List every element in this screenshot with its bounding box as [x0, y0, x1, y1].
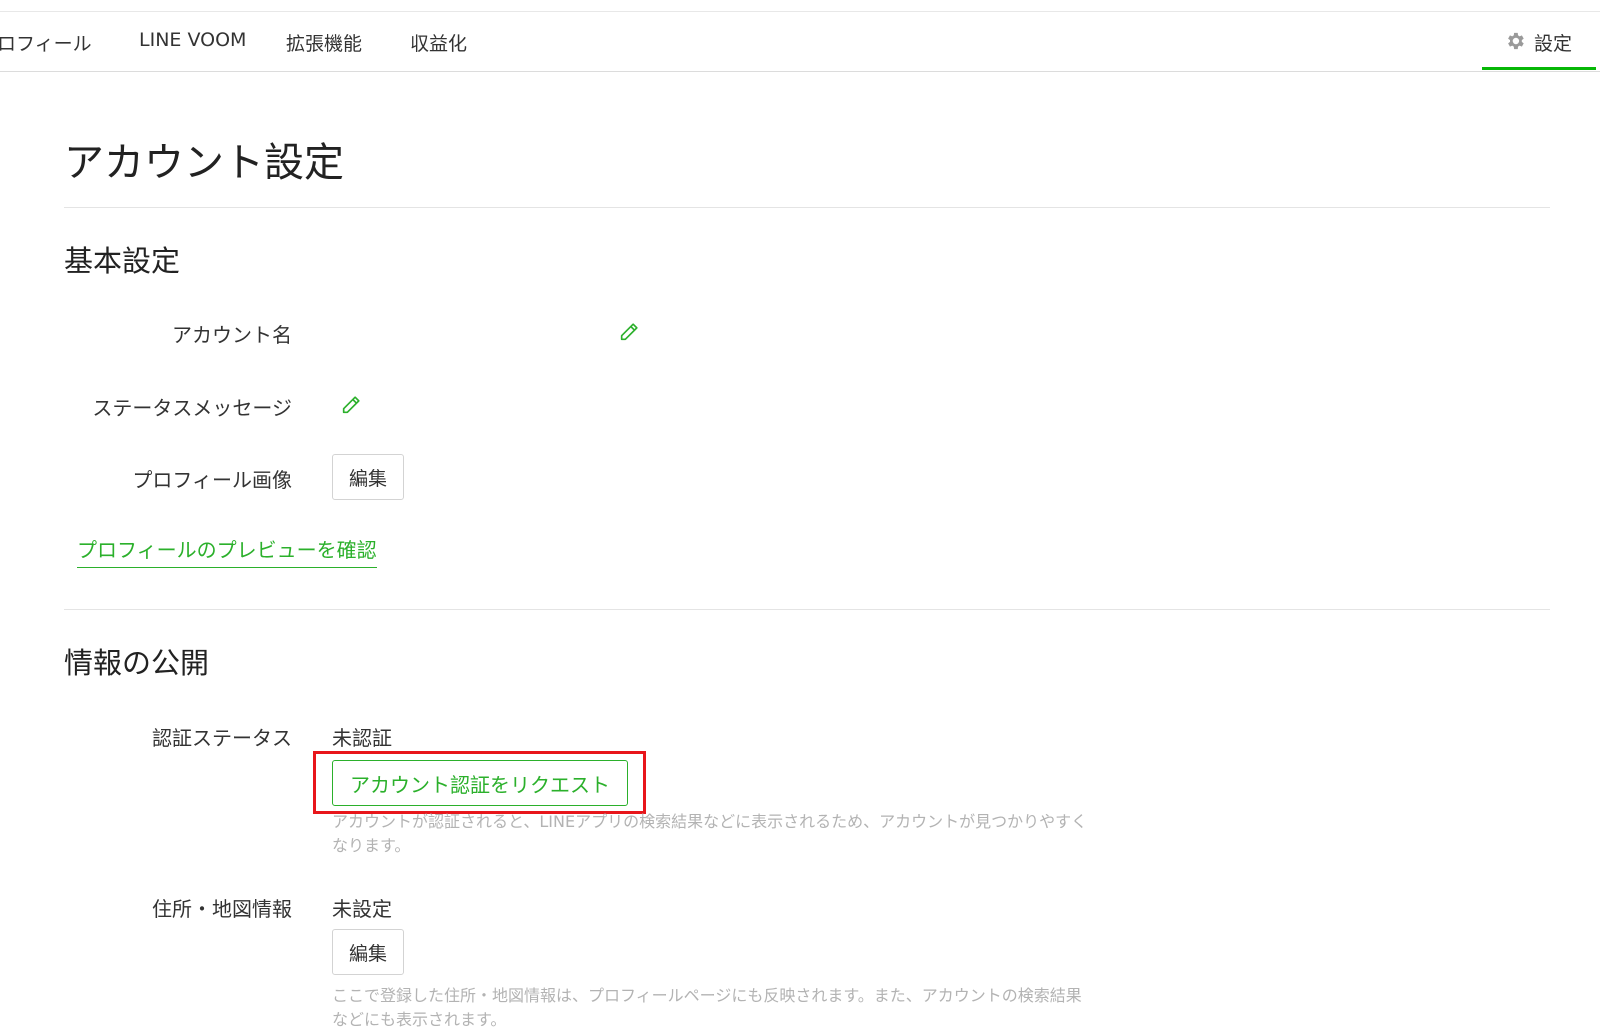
- status-message-label: ステータスメッセージ: [92, 396, 292, 420]
- address-help-text: ここで登録した住所・地図情報は、プロフィールページにも反映されます。また、アカウ…: [332, 986, 1082, 1029]
- section-divider: [64, 609, 1550, 610]
- nav-tab-extensions[interactable]: 拡張機能: [286, 29, 362, 56]
- highlight-box: [313, 751, 646, 814]
- nav-tab-monetization[interactable]: 収益化: [410, 29, 467, 56]
- gear-icon[interactable]: [1504, 30, 1526, 52]
- account-name-label: アカウント名: [172, 323, 292, 347]
- address-value: 未設定: [332, 897, 392, 921]
- pencil-icon[interactable]: [618, 321, 640, 343]
- nav-tab-settings[interactable]: 設定: [1534, 29, 1572, 56]
- pencil-icon[interactable]: [340, 394, 362, 416]
- profile-image-edit-button[interactable]: 編集: [332, 454, 404, 500]
- title-divider: [64, 207, 1550, 208]
- active-tab-indicator: [1482, 67, 1596, 70]
- profile-preview-link[interactable]: プロフィールのプレビューを確認: [77, 534, 377, 568]
- nav-tab-line-voom[interactable]: LINE VOOM: [139, 29, 246, 51]
- verification-status-value: 未認証: [332, 726, 392, 750]
- section-title-info: 情報の公開: [64, 646, 210, 680]
- profile-image-label: プロフィール画像: [132, 468, 292, 492]
- address-label: 住所・地図情報: [152, 897, 292, 921]
- nav-tab-profile[interactable]: プロフィール: [0, 29, 92, 56]
- verification-help-text: アカウントが認証されると、LINEアプリの検索結果などに表示されるため、アカウン…: [332, 812, 1088, 855]
- verification-status-label: 認証ステータス: [152, 726, 292, 750]
- address-edit-button[interactable]: 編集: [332, 929, 404, 975]
- page-title: アカウント設定: [64, 140, 344, 186]
- section-title-basic: 基本設定: [64, 244, 181, 278]
